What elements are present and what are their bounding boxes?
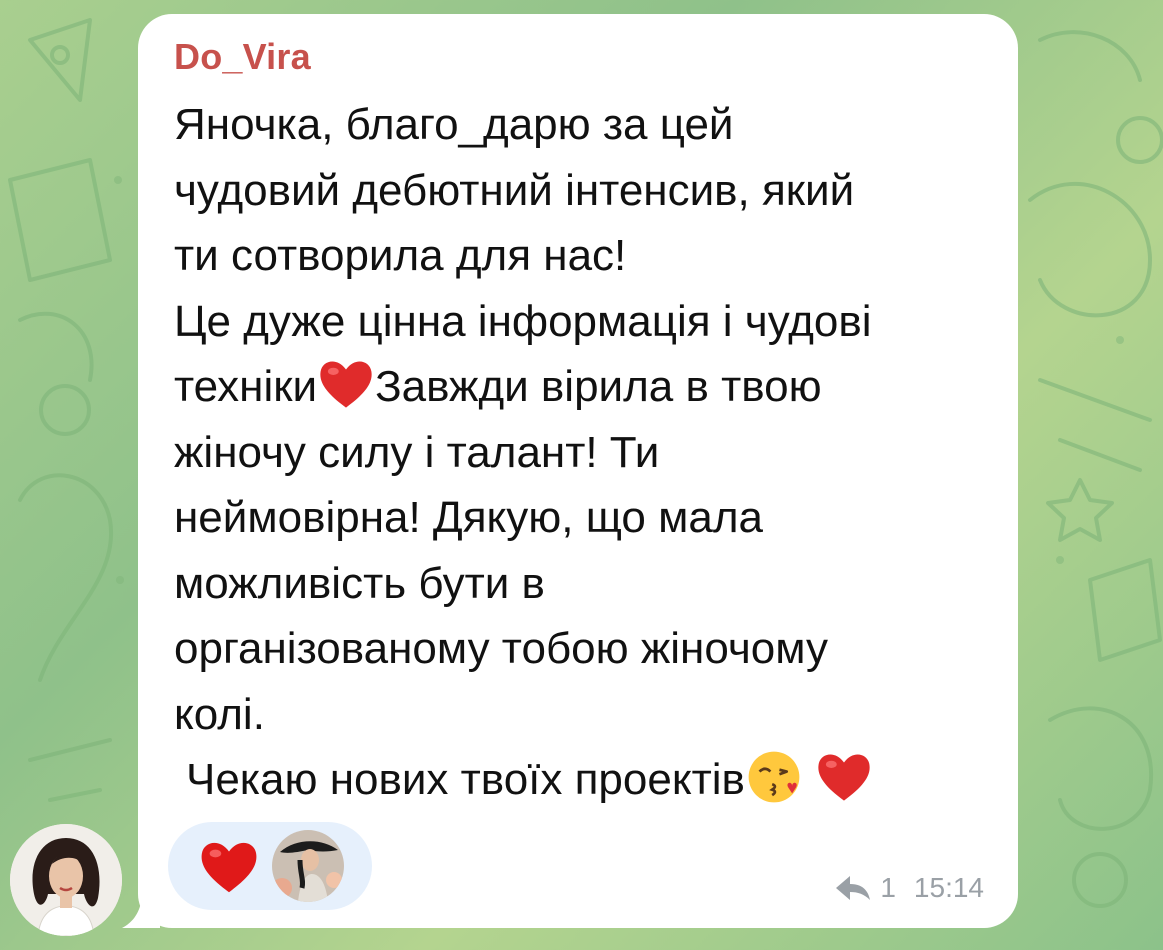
message-line-with-emoji: Чекаю нових твоїх проектів: [174, 747, 994, 813]
message-fragment: Чекаю нових твоїх проектів: [186, 755, 745, 804]
message-line-with-emoji: техніки Завжди вірила в твою: [174, 354, 994, 420]
message-fragment: Завжди вірила в твою: [375, 362, 822, 411]
message-line: неймовірна! Дякую, що мала: [174, 493, 763, 542]
red-heart-emoji: [317, 355, 375, 413]
sender-name[interactable]: Do_Vira: [174, 36, 311, 78]
message-time: 15:14: [913, 872, 984, 903]
red-heart-emoji: [815, 748, 873, 806]
message-text: Яночка, благо_дарю за цей чудовий дебютн…: [174, 92, 994, 813]
reply-count[interactable]: 1: [880, 872, 896, 904]
reactor-avatar[interactable]: [272, 830, 344, 902]
message-line: жіночу силу і талант! Ти: [174, 427, 660, 477]
kissing-face-emoji: [745, 748, 803, 806]
sender-avatar[interactable]: [10, 824, 122, 936]
message-line: чудовий дебютний інтенсив, який: [174, 165, 855, 215]
reaction-chip[interactable]: [168, 822, 372, 910]
message-line: ти сотворила для нас!: [174, 231, 627, 280]
message-fragment: техніки: [174, 362, 318, 411]
message-meta: 1 15:14: [834, 872, 984, 904]
message-line: організованому тобою жіночому: [174, 624, 828, 673]
message-line: Це дуже цінна інформація і чудові: [174, 296, 872, 346]
message-bubble[interactable]: Do_Vira Яночка, благо_дарю за цей чудови…: [138, 14, 1018, 928]
message-line: Яночка, благо_дарю за цей: [174, 100, 734, 149]
message-line: можливість бути в: [174, 558, 545, 608]
reply-arrow-icon[interactable]: [834, 874, 872, 902]
message-line: колі.: [174, 689, 265, 739]
red-heart-emoji: [198, 836, 260, 898]
